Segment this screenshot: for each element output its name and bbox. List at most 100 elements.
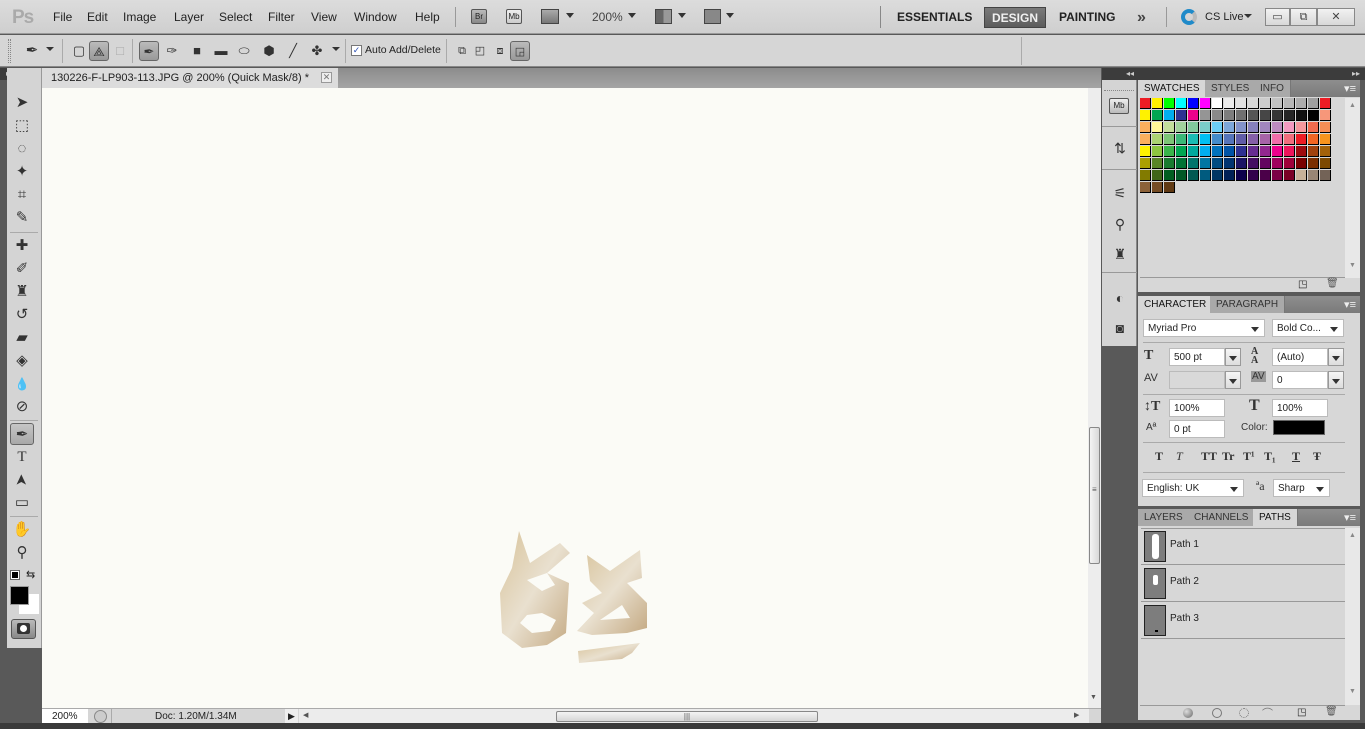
color-swatch[interactable] — [1248, 158, 1259, 169]
rectangle-shape-icon[interactable]: ■ — [187, 41, 207, 61]
mini-bridge-button[interactable]: Mb — [506, 9, 522, 24]
color-swatch[interactable] — [1188, 110, 1199, 121]
color-swatch[interactable] — [1212, 134, 1223, 145]
tab-character[interactable]: CHARACTER — [1138, 296, 1214, 313]
chevron-down-icon[interactable] — [1244, 14, 1252, 18]
kerning-dropdown[interactable] — [1225, 371, 1241, 389]
color-swatch[interactable] — [1212, 110, 1223, 121]
tool-presets-icon[interactable]: ⚲ — [1107, 213, 1133, 235]
color-swatch[interactable] — [1308, 110, 1319, 121]
horizontal-scale-field[interactable]: 100% — [1272, 399, 1328, 417]
masks-icon[interactable]: ◙ — [1107, 317, 1133, 339]
pen-tool[interactable]: ✒ — [10, 423, 34, 445]
scroll-left-icon[interactable]: ◀ — [303, 711, 308, 719]
mini-bridge-panel-button[interactable]: Mb — [1109, 98, 1129, 114]
chevron-down-icon[interactable] — [332, 47, 340, 51]
type-tool[interactable]: T — [10, 446, 34, 468]
move-tool[interactable]: ➤ — [10, 92, 34, 114]
workspace-essentials[interactable]: ESSENTIALS — [890, 7, 979, 28]
underline-button[interactable]: T — [1292, 449, 1300, 464]
magic-wand-tool[interactable]: ✦ — [10, 161, 34, 183]
color-swatch[interactable] — [1152, 110, 1163, 121]
superscript-button[interactable]: T¹ — [1243, 449, 1255, 464]
brush-presets-icon[interactable]: ⚟ — [1107, 182, 1133, 204]
color-swatch[interactable] — [1200, 146, 1211, 157]
stroke-path-button[interactable] — [1212, 708, 1222, 718]
chevron-down-icon[interactable] — [726, 13, 734, 18]
color-swatch[interactable] — [1260, 122, 1271, 133]
color-swatch[interactable] — [1260, 110, 1271, 121]
font-family-select[interactable]: Myriad Pro — [1143, 319, 1265, 337]
cs-live-icon[interactable] — [1181, 9, 1197, 25]
color-swatch[interactable] — [1224, 98, 1235, 109]
color-swatch[interactable] — [1140, 134, 1151, 145]
color-swatch[interactable] — [1140, 170, 1151, 181]
clone-stamp-tool[interactable]: ♜ — [10, 281, 34, 303]
horizontal-scrollbar[interactable]: ◀ ||| ▶ — [299, 709, 1089, 724]
quick-mask-button[interactable] — [11, 619, 36, 639]
color-swatch[interactable] — [1260, 170, 1271, 181]
color-swatch[interactable] — [1176, 170, 1187, 181]
new-path-button[interactable]: ◳ — [1297, 707, 1306, 718]
default-colors-icon[interactable] — [10, 570, 20, 580]
color-swatch[interactable] — [1188, 122, 1199, 133]
leading-dropdown[interactable] — [1328, 348, 1344, 366]
color-swatch[interactable] — [1164, 170, 1175, 181]
color-swatch[interactable] — [1236, 146, 1247, 157]
color-swatch[interactable] — [1212, 146, 1223, 157]
color-swatch[interactable] — [1296, 110, 1307, 121]
color-swatch[interactable] — [1320, 134, 1331, 145]
color-swatch[interactable] — [1176, 98, 1187, 109]
dodge-tool[interactable]: ⊘ — [10, 396, 34, 418]
tab-paths[interactable]: PATHS — [1253, 509, 1298, 526]
color-swatch[interactable] — [1236, 170, 1247, 181]
color-swatch[interactable] — [1152, 122, 1163, 133]
anti-alias-select[interactable]: Sharp — [1273, 479, 1330, 497]
menu-select[interactable]: Select — [219, 10, 252, 24]
font-size-field[interactable]: 500 pt — [1169, 348, 1225, 366]
color-swatch[interactable] — [1296, 98, 1307, 109]
color-swatch[interactable] — [1140, 158, 1151, 169]
baseline-shift-field[interactable]: 0 pt — [1169, 420, 1225, 438]
tab-info[interactable]: INFO — [1254, 80, 1291, 97]
fill-pixels-icon[interactable]: □ — [110, 41, 130, 61]
cs-live-button[interactable]: CS Live — [1205, 11, 1244, 23]
line-icon[interactable]: ╱ — [283, 41, 303, 61]
color-swatch[interactable] — [1296, 146, 1307, 157]
status-menu-arrow[interactable]: ▶ — [285, 709, 298, 724]
make-work-path-button[interactable]: ⌒ — [1262, 705, 1273, 721]
color-swatch[interactable] — [1308, 134, 1319, 145]
color-swatch[interactable] — [1236, 110, 1247, 121]
history-panel-icon[interactable]: ⇅ — [1107, 137, 1133, 159]
healing-brush-tool[interactable]: ✚ — [10, 235, 34, 257]
color-swatch[interactable] — [1164, 98, 1175, 109]
pen-tool-icon[interactable]: ✒ — [139, 41, 159, 61]
document-canvas[interactable] — [42, 88, 1088, 708]
foreground-color-swatch[interactable] — [10, 586, 29, 605]
vertical-scrollbar[interactable]: ▼ — [1088, 88, 1101, 708]
color-swatch[interactable] — [1152, 98, 1163, 109]
color-swatch[interactable] — [1188, 134, 1199, 145]
trash-icon[interactable]: 🗑 — [1326, 278, 1339, 289]
color-swatch[interactable] — [1164, 146, 1175, 157]
more-workspaces-button[interactable]: » — [1130, 7, 1153, 28]
scroll-down-icon[interactable]: ▼ — [1090, 694, 1097, 701]
color-swatch[interactable] — [1200, 170, 1211, 181]
leading-field[interactable]: (Auto) — [1272, 348, 1328, 366]
color-swatch[interactable] — [1284, 98, 1295, 109]
load-path-as-selection-button[interactable] — [1239, 708, 1249, 718]
tab-swatches[interactable]: SWATCHES — [1138, 80, 1207, 97]
color-swatch[interactable] — [1284, 134, 1295, 145]
color-swatch[interactable] — [1272, 98, 1283, 109]
close-window-button[interactable]: ✕ — [1317, 8, 1355, 26]
color-swatch[interactable] — [1152, 170, 1163, 181]
scroll-down-icon[interactable]: ▼ — [1349, 262, 1356, 269]
polygon-icon[interactable]: ⬢ — [259, 41, 279, 61]
menu-image[interactable]: Image — [123, 10, 156, 24]
color-swatch[interactable] — [1224, 146, 1235, 157]
color-swatch[interactable] — [1224, 110, 1235, 121]
tab-layers[interactable]: LAYERS — [1138, 509, 1190, 526]
color-swatch[interactable] — [1308, 98, 1319, 109]
bridge-button[interactable]: Br — [471, 9, 487, 24]
tab-styles[interactable]: STYLES — [1205, 80, 1257, 97]
